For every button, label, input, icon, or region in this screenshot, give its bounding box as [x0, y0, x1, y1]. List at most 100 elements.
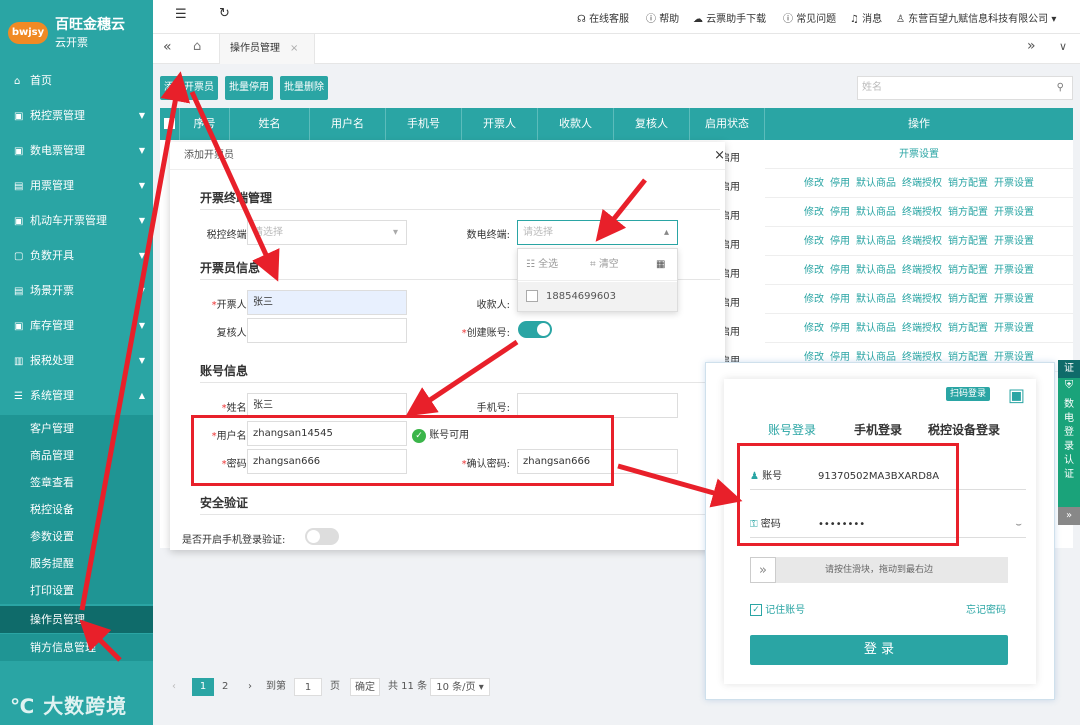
- sidebar-sub-signature[interactable]: 签章查看: [0, 469, 153, 496]
- action-seller-config[interactable]: 销方配置: [948, 178, 988, 189]
- checkbox[interactable]: [526, 290, 538, 302]
- sidebar-sub-product[interactable]: 商品管理: [0, 442, 153, 469]
- action-seller-config[interactable]: 销方配置: [948, 236, 988, 247]
- refresh-icon[interactable]: ↻: [219, 6, 230, 21]
- action-billing[interactable]: 开票设置: [994, 294, 1034, 305]
- action-seller-config[interactable]: 销方配置: [948, 294, 988, 305]
- action-edit[interactable]: 修改: [804, 294, 824, 305]
- close-icon[interactable]: ×: [714, 142, 725, 170]
- qr-code-icon[interactable]: ▣: [1008, 385, 1025, 406]
- action-billing[interactable]: 开票设置: [994, 207, 1034, 218]
- topbar-link-faq[interactable]: ⓘ 常见问题: [783, 10, 836, 25]
- login-button[interactable]: 登 录: [750, 635, 1008, 665]
- reviewer-input[interactable]: [247, 318, 407, 343]
- action-billing[interactable]: 开票设置: [899, 149, 939, 160]
- action-seller-config[interactable]: 销方配置: [948, 265, 988, 276]
- phone-verify-toggle[interactable]: [305, 528, 339, 545]
- sidebar-sub-print[interactable]: 打印设置: [0, 577, 153, 604]
- next-page-icon[interactable]: ›: [248, 678, 252, 696]
- action-seller-config[interactable]: 销方配置: [948, 207, 988, 218]
- sidebar-sub-seller[interactable]: 销方信息管理: [0, 634, 153, 661]
- page-size-select[interactable]: 10 条/页 ▾: [430, 678, 490, 696]
- action-edit[interactable]: 修改: [804, 323, 824, 334]
- sidebar-item-inventory[interactable]: ▣ 库存管理 ▼: [0, 308, 153, 343]
- tab-operator[interactable]: 操作员管理 ×: [219, 34, 315, 64]
- qr-login-label[interactable]: 扫码登录: [946, 387, 991, 401]
- action-disable[interactable]: 停用: [830, 236, 850, 247]
- page-2[interactable]: 2: [222, 678, 228, 696]
- tabs-menu-icon[interactable]: ∨: [1059, 40, 1067, 53]
- sidebar-item-ticket[interactable]: ▤ 用票管理 ▼: [0, 168, 153, 203]
- clear-option[interactable]: ⌗ 清空: [590, 249, 619, 281]
- action-terminal-auth[interactable]: 终端授权: [902, 323, 942, 334]
- action-billing[interactable]: 开票设置: [994, 323, 1034, 334]
- menu-toggle-icon[interactable]: ☰: [175, 7, 187, 22]
- sidebar-sub-params[interactable]: 参数设置: [0, 523, 153, 550]
- tabs-left-icon[interactable]: «: [163, 39, 172, 55]
- topbar-link-messages[interactable]: ♫ 消息: [850, 10, 882, 25]
- slider-handle-icon[interactable]: »: [750, 557, 776, 583]
- digital-login-side-tab[interactable]: 证 ⛨ 数 电 登 录 认 证 »: [1058, 360, 1080, 525]
- issuer-input[interactable]: 张三: [247, 290, 407, 315]
- tax-terminal-select[interactable]: 请选择 ▾: [247, 220, 407, 245]
- action-disable[interactable]: 停用: [830, 178, 850, 189]
- sidebar-sub-operator[interactable]: 操作员管理: [0, 606, 153, 633]
- action-edit[interactable]: 修改: [804, 265, 824, 276]
- action-edit[interactable]: 修改: [804, 236, 824, 247]
- topbar-user[interactable]: ♙ 东营百望九赋信息科技有限公司 ▾: [896, 10, 1056, 25]
- action-disable[interactable]: 停用: [830, 323, 850, 334]
- batch-disable-button[interactable]: 批量停用: [225, 76, 273, 100]
- action-terminal-auth[interactable]: 终端授权: [902, 294, 942, 305]
- eye-closed-icon[interactable]: ⌣: [1015, 511, 1022, 538]
- checkbox-checked-icon[interactable]: ✓: [750, 604, 762, 616]
- sidebar-item-vehicle[interactable]: ▣ 机动车开票管理 ▼: [0, 203, 153, 238]
- sidebar-item-negative[interactable]: ▢ 负数开具 ▼: [0, 238, 153, 273]
- tabs-right-icon[interactable]: »: [1027, 38, 1036, 54]
- action-default-product[interactable]: 默认商品: [856, 323, 896, 334]
- action-edit[interactable]: 修改: [804, 207, 824, 218]
- grid-icon[interactable]: ▦: [656, 249, 665, 281]
- sidebar-sub-reminder[interactable]: 服务提醒: [0, 550, 153, 577]
- select-all-option[interactable]: ☷ 全选: [526, 249, 558, 281]
- tab-phone-login[interactable]: 手机登录: [854, 421, 902, 438]
- action-default-product[interactable]: 默认商品: [856, 236, 896, 247]
- action-billing[interactable]: 开票设置: [994, 178, 1034, 189]
- action-default-product[interactable]: 默认商品: [856, 265, 896, 276]
- goto-input[interactable]: 1: [294, 678, 322, 696]
- action-terminal-auth[interactable]: 终端授权: [902, 178, 942, 189]
- digital-terminal-select[interactable]: 请选择 ▴: [517, 220, 678, 245]
- action-disable[interactable]: 停用: [830, 294, 850, 305]
- create-account-toggle[interactable]: [518, 321, 552, 338]
- sidebar-item-tax[interactable]: ▥ 报税处理 ▼: [0, 343, 153, 378]
- topbar-link-download[interactable]: ☁ 云票助手下载: [693, 10, 766, 25]
- sidebar-sub-customer[interactable]: 客户管理: [0, 415, 153, 442]
- remember-account[interactable]: ✓ 记住账号: [750, 601, 805, 616]
- home-tab-icon[interactable]: ⌂: [193, 39, 201, 54]
- action-disable[interactable]: 停用: [830, 207, 850, 218]
- action-terminal-auth[interactable]: 终端授权: [902, 236, 942, 247]
- dropdown-option[interactable]: 18854699603: [518, 282, 677, 311]
- side-tab-expand-icon[interactable]: »: [1058, 507, 1080, 525]
- action-billing[interactable]: 开票设置: [994, 265, 1034, 276]
- topbar-link-service[interactable]: ☊ 在线客服: [577, 10, 629, 25]
- page-1[interactable]: 1: [192, 678, 214, 696]
- add-operator-button[interactable]: 添加开票员: [160, 76, 218, 100]
- sidebar-item-digital-invoice[interactable]: ▣ 数电票管理 ▼: [0, 133, 153, 168]
- prev-page-icon[interactable]: ‹: [172, 678, 176, 696]
- action-billing[interactable]: 开票设置: [994, 236, 1034, 247]
- search-icon[interactable]: ⚲: [1057, 77, 1064, 99]
- topbar-link-help[interactable]: ⓘ 帮助: [646, 10, 679, 25]
- action-edit[interactable]: 修改: [804, 178, 824, 189]
- forgot-password-link[interactable]: 忘记密码: [966, 601, 1006, 616]
- search-input[interactable]: 姓名 ⚲: [857, 76, 1073, 100]
- goto-confirm-button[interactable]: 确定: [350, 678, 380, 696]
- sidebar-item-scene[interactable]: ▤ 场景开票 ▼: [0, 273, 153, 308]
- batch-delete-button[interactable]: 批量删除: [280, 76, 328, 100]
- sidebar-item-tax-invoice[interactable]: ▣ 税控票管理 ▼: [0, 98, 153, 133]
- action-default-product[interactable]: 默认商品: [856, 294, 896, 305]
- action-seller-config[interactable]: 销方配置: [948, 323, 988, 334]
- action-disable[interactable]: 停用: [830, 265, 850, 276]
- action-default-product[interactable]: 默认商品: [856, 207, 896, 218]
- header-checkbox[interactable]: [160, 108, 180, 140]
- action-default-product[interactable]: 默认商品: [856, 178, 896, 189]
